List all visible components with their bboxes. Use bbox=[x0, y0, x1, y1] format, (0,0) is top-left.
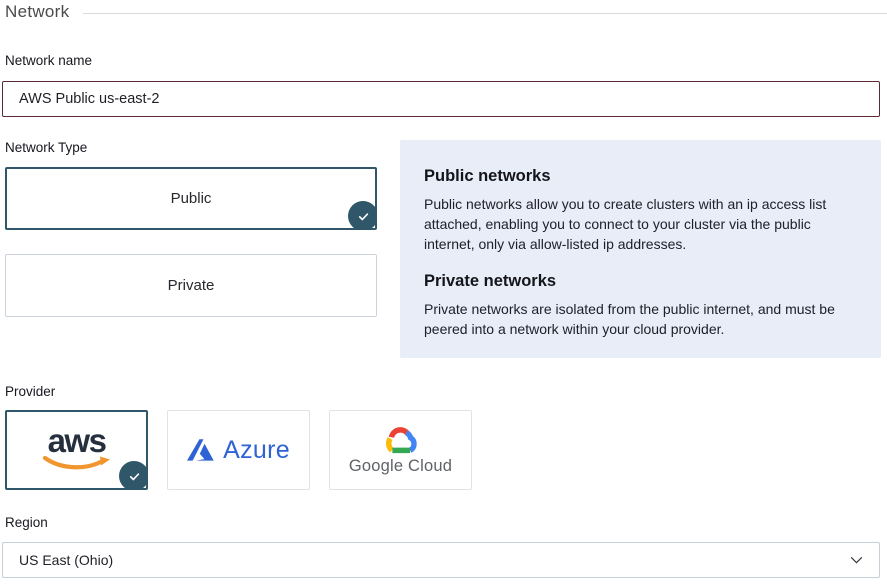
azure-wordmark: Azure bbox=[223, 436, 290, 465]
network-type-option-public[interactable]: Public bbox=[5, 167, 377, 230]
info-heading-public: Public networks bbox=[424, 167, 857, 186]
google-cloud-logo-icon: Google Cloud bbox=[349, 425, 452, 476]
network-name-value: AWS Public us-east-2 bbox=[19, 91, 159, 107]
network-type-label: Network Type bbox=[5, 140, 87, 155]
network-form: Network Network name AWS Public us-east-… bbox=[0, 0, 887, 584]
provider-option-google-cloud[interactable]: Google Cloud bbox=[329, 410, 472, 490]
google-cloud-mark-icon bbox=[381, 425, 421, 454]
selected-check-icon bbox=[119, 461, 148, 490]
region-select[interactable]: US East (Ohio) bbox=[2, 542, 880, 578]
network-type-info-panel: Public networks Public networks allow yo… bbox=[400, 140, 881, 358]
aws-logo-icon: aws bbox=[42, 424, 112, 472]
network-type-option-private[interactable]: Private bbox=[5, 254, 377, 317]
provider-option-azure[interactable]: Azure bbox=[167, 410, 310, 490]
info-body-private: Private networks are isolated from the p… bbox=[424, 300, 857, 340]
network-name-input[interactable]: AWS Public us-east-2 bbox=[2, 81, 880, 117]
provider-option-aws[interactable]: aws bbox=[5, 410, 148, 490]
section-header: Network bbox=[5, 2, 887, 22]
region-selected-value: US East (Ohio) bbox=[19, 552, 113, 568]
azure-logo-icon: Azure bbox=[187, 436, 290, 465]
network-name-label: Network name bbox=[5, 53, 92, 68]
aws-wordmark: aws bbox=[48, 424, 106, 457]
info-heading-private: Private networks bbox=[424, 272, 857, 291]
page-title: Network bbox=[5, 2, 69, 22]
google-cloud-wordmark: Google Cloud bbox=[349, 457, 452, 476]
chevron-down-icon bbox=[850, 556, 863, 564]
provider-options: aws Azure bbox=[5, 410, 472, 490]
provider-label: Provider bbox=[5, 384, 55, 399]
network-type-option-label: Public bbox=[171, 190, 212, 207]
region-label: Region bbox=[5, 515, 48, 530]
selected-check-icon bbox=[348, 201, 377, 230]
network-type-option-label: Private bbox=[168, 277, 215, 294]
aws-smile-icon bbox=[42, 456, 112, 472]
divider bbox=[83, 13, 887, 14]
info-body-public: Public networks allow you to create clus… bbox=[424, 195, 857, 255]
azure-mark-icon bbox=[187, 439, 214, 461]
